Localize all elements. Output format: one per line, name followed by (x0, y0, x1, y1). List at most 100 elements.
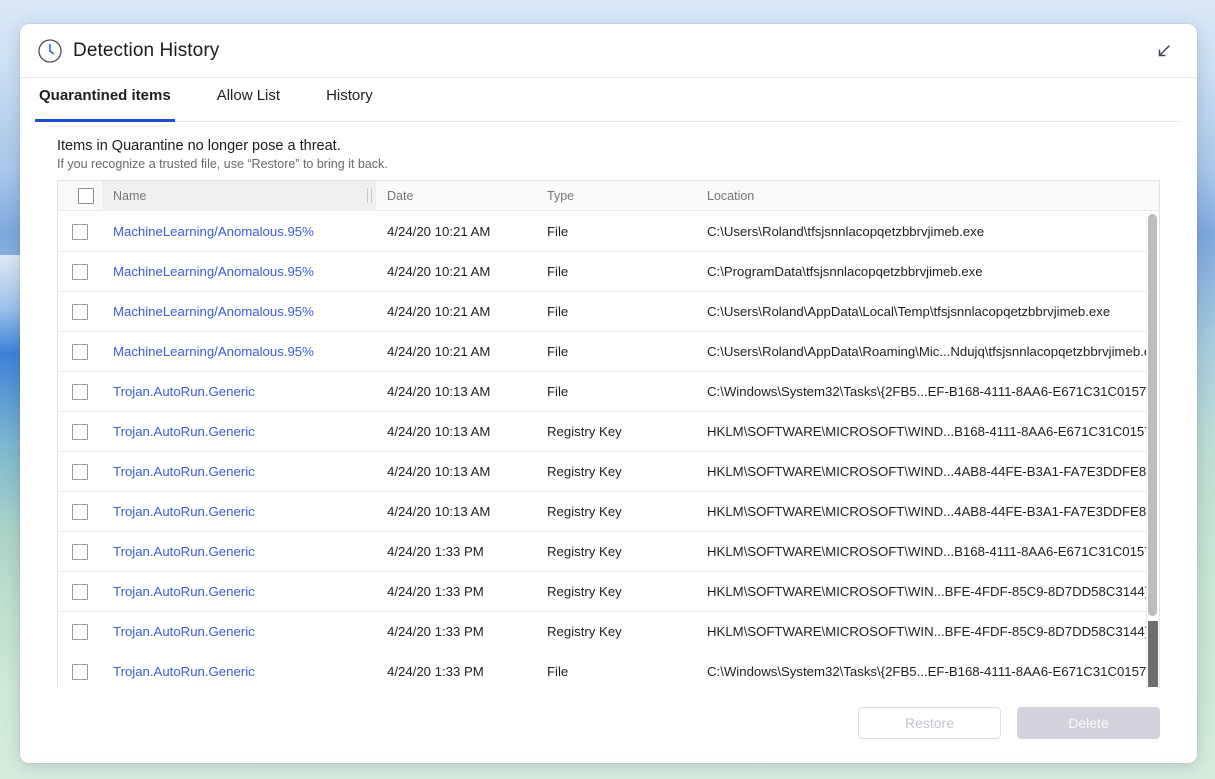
column-header-name-label: Name (113, 188, 147, 203)
row-name[interactable]: Trojan.AutoRun.Generic (102, 584, 376, 599)
row-location: C:\Windows\System32\Tasks\{2FB5...EF-B16… (707, 664, 1151, 679)
row-checkbox[interactable] (72, 623, 88, 640)
row-checkbox[interactable] (72, 583, 88, 600)
row-checkbox[interactable] (72, 223, 88, 240)
scrollbar-thumb[interactable] (1148, 621, 1158, 687)
table-row[interactable]: MachineLearning/Anomalous.95% 4/24/20 10:… (58, 332, 1159, 372)
intro-block: Items in Quarantine no longer pose a thr… (20, 122, 1197, 180)
row-date: 4/24/20 1:33 PM (387, 584, 484, 599)
row-checkbox[interactable] (72, 503, 88, 520)
clock-icon (37, 38, 63, 64)
row-name[interactable]: Trojan.AutoRun.Generic (102, 664, 376, 679)
row-type: Registry Key (547, 624, 622, 639)
row-checkbox[interactable] (72, 463, 88, 480)
row-type: Registry Key (547, 544, 622, 559)
delete-button[interactable]: Delete (1017, 707, 1160, 739)
row-name[interactable]: Trojan.AutoRun.Generic (102, 424, 376, 439)
row-date: 4/24/20 10:21 AM (387, 224, 491, 239)
row-select-cell (58, 543, 102, 560)
table-row[interactable]: Trojan.AutoRun.Generic 4/24/20 1:33 PM Fil… (58, 652, 1159, 687)
select-all-checkbox[interactable] (77, 187, 94, 204)
arrow-down-left-icon[interactable] (1149, 36, 1179, 66)
tab-history[interactable]: History (324, 78, 375, 122)
row-type: Registry Key (547, 424, 622, 439)
row-location: C:\Windows\System32\Tasks\{2FB5...EF-B16… (707, 384, 1151, 399)
table-row[interactable]: Trojan.AutoRun.Generic 4/24/20 1:33 PM Reg… (58, 572, 1159, 612)
row-date: 4/24/20 10:13 AM (387, 504, 491, 519)
row-name[interactable]: Trojan.AutoRun.Generic (102, 384, 376, 399)
tab-quarantined-items[interactable]: Quarantined items (35, 78, 175, 122)
row-name[interactable]: Trojan.AutoRun.Generic (102, 544, 376, 559)
intro-subtext: If you recognize a trusted file, use “Re… (57, 157, 388, 171)
table-row[interactable]: MachineLearning/Anomalous.95% 4/24/20 10:… (58, 252, 1159, 292)
row-name[interactable]: Trojan.AutoRun.Generic (102, 624, 376, 639)
row-date: 4/24/20 10:21 AM (387, 344, 491, 359)
row-date: 4/24/20 10:21 AM (387, 264, 491, 279)
table-row[interactable]: Trojan.AutoRun.Generic 4/24/20 1:33 PM Reg… (58, 612, 1159, 652)
row-location: HKLM\SOFTWARE\MICROSOFT\WIND...4AB8-44FE… (707, 464, 1159, 479)
row-location: HKLM\SOFTWARE\MICROSOFT\WIND...4AB8-44FE… (707, 504, 1159, 519)
row-name[interactable]: Trojan.AutoRun.Generic (102, 464, 376, 479)
row-type: File (547, 384, 569, 399)
row-checkbox[interactable] (72, 303, 88, 320)
row-select-cell (58, 303, 102, 320)
detection-history-dialog: Detection History Quarantined items Allo… (20, 24, 1197, 763)
row-type: File (547, 664, 569, 679)
column-resize-handle[interactable] (367, 187, 372, 203)
column-header-location[interactable]: Location (696, 189, 1159, 203)
row-select-cell (58, 623, 102, 640)
tab-bar: Quarantined items Allow List History (20, 78, 1197, 122)
row-date: 4/24/20 1:33 PM (387, 624, 484, 639)
row-location: HKLM\SOFTWARE\MICROSOFT\WIND...B168-4111… (707, 544, 1157, 559)
row-location: C:\Users\Roland\AppData\Roaming\Mic...Nd… (707, 344, 1159, 359)
row-date: 4/24/20 10:13 AM (387, 464, 491, 479)
row-select-cell (58, 423, 102, 440)
delete-button-label: Delete (1068, 715, 1109, 731)
row-name[interactable]: MachineLearning/Anomalous.95% (102, 224, 376, 239)
tab-allow-list-label: Allow List (216, 87, 281, 104)
table-scrollbar[interactable] (1146, 212, 1159, 687)
row-select-cell (58, 343, 102, 360)
row-name[interactable]: MachineLearning/Anomalous.95% (102, 264, 376, 279)
table-row[interactable]: MachineLearning/Anomalous.95% 4/24/20 10:… (58, 212, 1159, 252)
restore-button[interactable]: Restore (858, 707, 1001, 739)
table-row[interactable]: MachineLearning/Anomalous.95% 4/24/20 10:… (58, 292, 1159, 332)
table-row[interactable]: Trojan.AutoRun.Generic 4/24/20 10:13 AM Re… (58, 412, 1159, 452)
row-checkbox[interactable] (72, 263, 88, 280)
column-header-name[interactable]: Name (102, 181, 376, 211)
row-checkbox[interactable] (72, 663, 88, 680)
row-name[interactable]: Trojan.AutoRun.Generic (102, 504, 376, 519)
table-row[interactable]: Trojan.AutoRun.Generic 4/24/20 1:33 PM Reg… (58, 532, 1159, 572)
row-select-cell (58, 263, 102, 280)
scrollbar-thumb-secondary[interactable] (1148, 214, 1157, 616)
column-header-location-label: Location (707, 188, 755, 203)
column-header-type[interactable]: Type (536, 189, 696, 203)
row-type: File (547, 304, 569, 319)
row-checkbox[interactable] (72, 423, 88, 440)
table-header-row: Name Date Type Location (58, 181, 1159, 211)
row-name[interactable]: MachineLearning/Anomalous.95% (102, 344, 376, 359)
page-title: Detection History (73, 39, 220, 61)
row-select-cell (58, 463, 102, 480)
row-checkbox[interactable] (72, 383, 88, 400)
row-location: C:\Users\Roland\AppData\Local\Temp\tfsjs… (707, 304, 1111, 319)
tab-allow-list[interactable]: Allow List (215, 78, 282, 122)
row-type: Registry Key (547, 464, 622, 479)
row-date: 4/24/20 10:13 AM (387, 424, 491, 439)
row-checkbox[interactable] (72, 543, 88, 560)
table-row[interactable]: Trojan.AutoRun.Generic 4/24/20 10:13 AM Re… (58, 492, 1159, 532)
row-date: 4/24/20 1:33 PM (387, 664, 484, 679)
row-type: File (547, 224, 569, 239)
column-header-date-label: Date (387, 188, 414, 203)
tab-history-label: History (326, 87, 373, 104)
table-row[interactable]: Trojan.AutoRun.Generic 4/24/20 10:13 AM Fi… (58, 372, 1159, 412)
row-checkbox[interactable] (72, 343, 88, 360)
row-type: Registry Key (547, 584, 622, 599)
table-row[interactable]: Trojan.AutoRun.Generic 4/24/20 10:13 AM Re… (58, 452, 1159, 492)
row-select-cell (58, 383, 102, 400)
row-type: Registry Key (547, 504, 622, 519)
column-header-date[interactable]: Date (376, 189, 536, 203)
row-name[interactable]: MachineLearning/Anomalous.95% (102, 304, 376, 319)
select-all-header-cell (58, 187, 102, 204)
row-date: 4/24/20 10:13 AM (387, 384, 491, 399)
